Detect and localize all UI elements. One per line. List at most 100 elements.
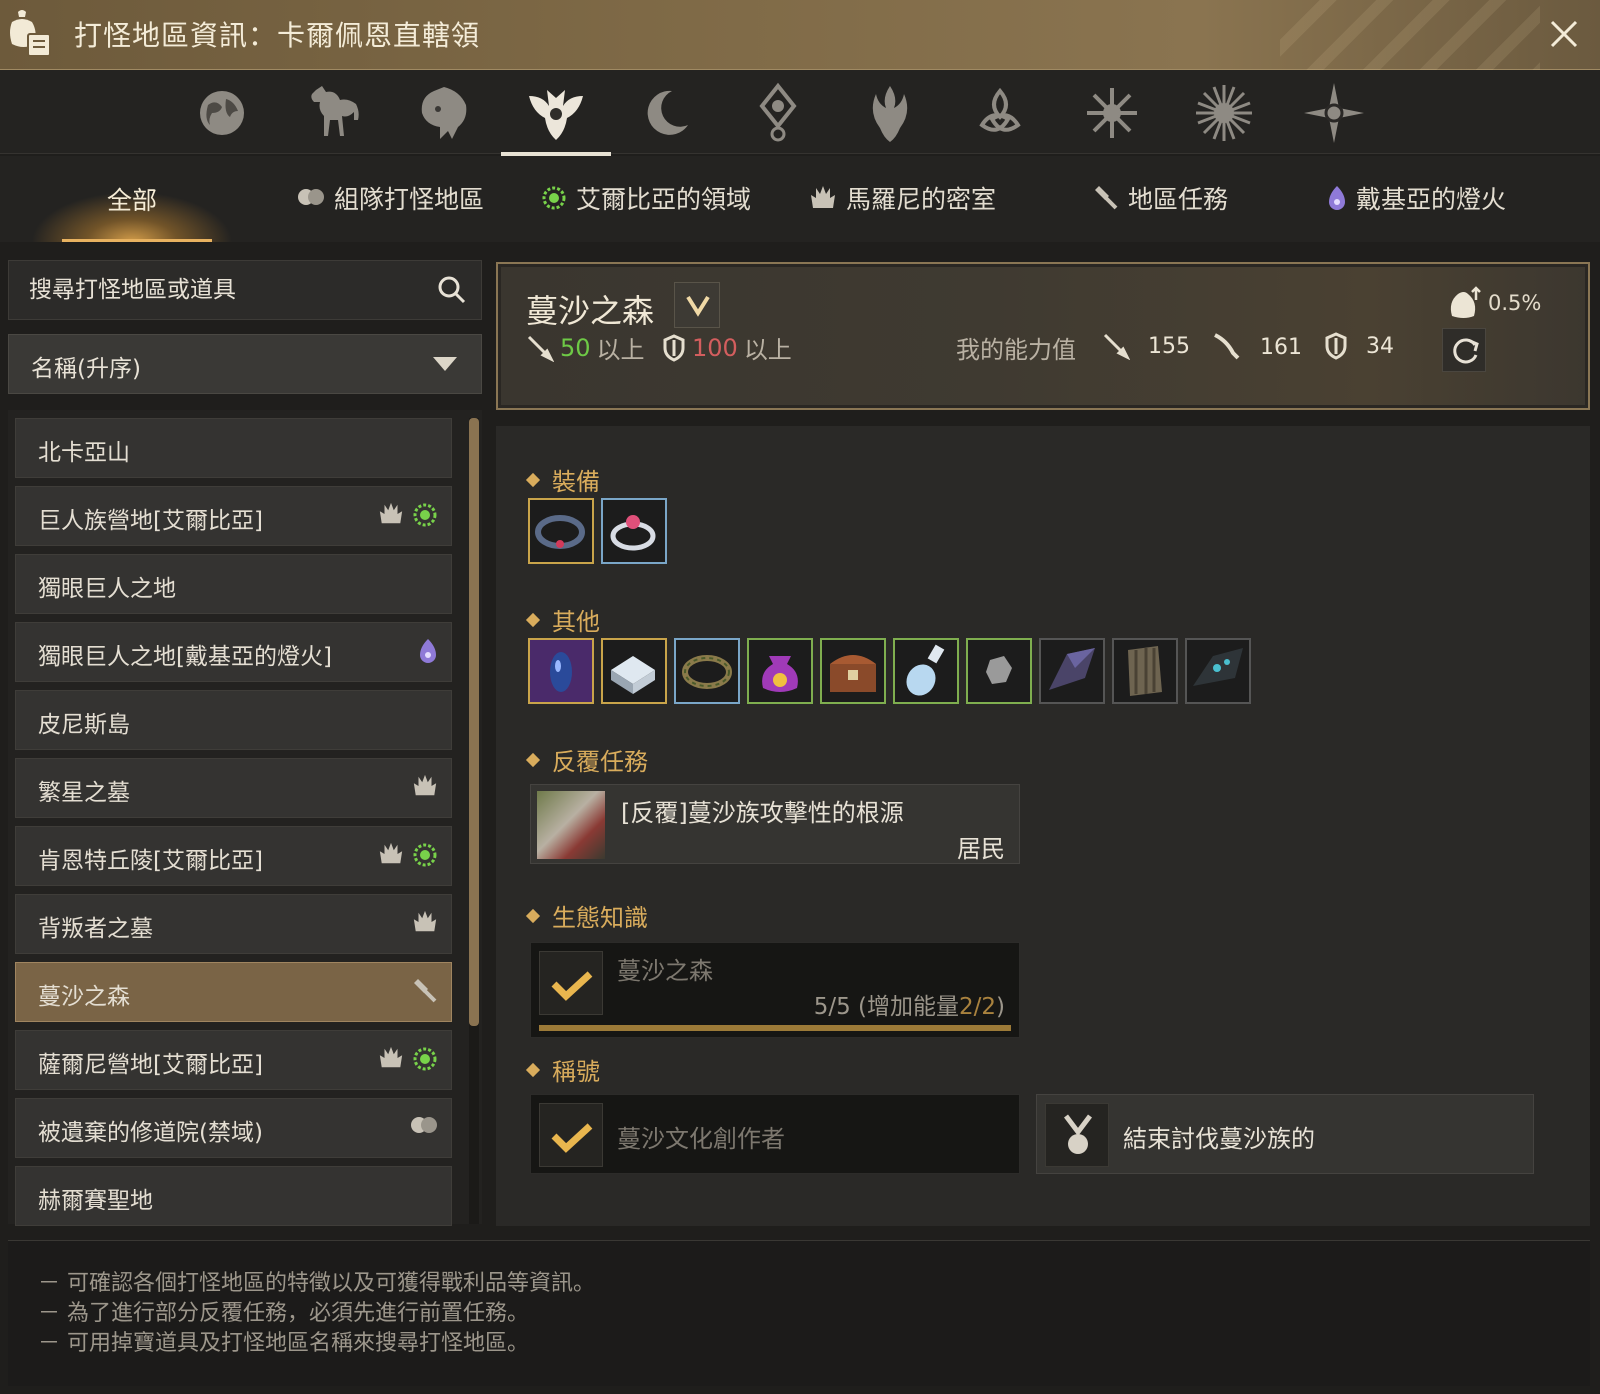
tab-flame-crest[interactable] (850, 78, 930, 148)
elvia-icon (413, 503, 437, 527)
zone-list-item[interactable]: 薩爾尼營地[艾爾比亞] (15, 1030, 452, 1090)
title-name-unobtained: 結束討伐蔓沙族的 (1123, 1125, 1315, 1153)
zone-list-item[interactable]: 被遺棄的修道院(禁域) (15, 1098, 452, 1158)
knowledge-entry[interactable]: 蔓沙之森 5/5 (增加能量2/2) (530, 942, 1020, 1038)
section-other-title: 其他 (552, 608, 600, 636)
flame-crest-icon (872, 86, 908, 142)
zone-list-item[interactable]: 巨人族營地[艾爾比亞] (15, 486, 452, 546)
zone-list-item-label: 北卡亞山 (38, 440, 130, 466)
white-crystal-box-item-slot[interactable] (601, 638, 667, 704)
bark-scrap-item-slot[interactable] (1112, 638, 1178, 704)
lion-icon (421, 87, 467, 139)
quest-giver: 居民 (957, 835, 1005, 863)
teal-ore-icon (1193, 648, 1243, 686)
tab-lion[interactable] (404, 78, 484, 148)
search-icon[interactable] (437, 275, 467, 305)
knowledge-count: 5/5 (813, 994, 851, 1020)
diamond-bullet-icon (525, 908, 541, 923)
zone-list-item-label: 獨眼巨人之地[戴基亞的燈火] (38, 644, 332, 670)
tab-globe[interactable] (182, 78, 262, 148)
title-entry-unobtained[interactable]: 結束討伐蔓沙族的 (1036, 1094, 1534, 1174)
diamond-bullet-icon (525, 612, 541, 627)
zone-list-item[interactable]: 肯恩特丘陵[艾爾比亞] (15, 826, 452, 886)
title-entry-obtained[interactable]: 蔓沙文化創作者 (530, 1094, 1020, 1174)
tab-sun[interactable] (1184, 78, 1264, 148)
tab-elvia[interactable]: 艾爾比亞的領域 (540, 178, 751, 218)
help-footer: － 可確認各個打怪地區的特徵以及可獲得戰利品等資訊。 － 為了進行部分反覆任務，… (8, 1240, 1590, 1386)
knowledge-progress-bar (539, 1025, 1011, 1031)
tab-horse[interactable] (294, 78, 374, 148)
dark-shard-icon (1049, 648, 1095, 690)
knowledge-energy-close: ) (996, 994, 1005, 1020)
tab-triquetra[interactable] (960, 78, 1040, 148)
zone-list-item[interactable]: 赫爾賽聖地 (15, 1166, 452, 1226)
close-button[interactable] (1544, 14, 1584, 54)
tab-region-quest[interactable]: 地區任務 (1092, 178, 1228, 218)
potion-vial-item-slot[interactable] (893, 638, 959, 704)
tab-winged-crest[interactable] (501, 78, 611, 156)
atoraxxion-icon (1329, 186, 1345, 210)
zone-list-item[interactable]: 背叛者之墓 (15, 894, 452, 954)
tab-party-zones[interactable]: 組隊打怪地區 (296, 178, 484, 218)
search-box[interactable] (8, 260, 482, 320)
zone-list-item-label: 赫爾賽聖地 (38, 1188, 153, 1214)
dark-bracelet-icon (535, 515, 585, 549)
ruby-ring-item-slot[interactable] (601, 498, 667, 564)
stone-fragment-item-slot[interactable] (966, 638, 1032, 704)
dark-crystal-item-slot[interactable] (528, 638, 594, 704)
my-stats-label: 我的能力值 (956, 336, 1076, 364)
sort-dropdown[interactable]: 名稱(升序) (8, 334, 482, 394)
treasure-chest-item-slot[interactable] (820, 638, 886, 704)
tab-all[interactable]: 全部 (22, 156, 242, 242)
dark-shard-item-slot[interactable] (1039, 638, 1105, 704)
tab-star-burst[interactable] (1072, 78, 1152, 148)
tab-crescent-moon[interactable] (626, 78, 706, 148)
quest-portrait-icon (537, 791, 605, 859)
sun-icon (1196, 85, 1252, 141)
zone-list-item[interactable]: 獨眼巨人之地 (15, 554, 452, 614)
repeat-quest-entry[interactable]: [反覆]蔓沙族攻擊性的根源 居民 (530, 784, 1020, 864)
eye-emblem-icon (759, 82, 797, 142)
tab-eye-emblem[interactable] (738, 78, 818, 148)
teal-ore-item-slot[interactable] (1185, 638, 1251, 704)
required-ap-suffix: 以上 (596, 336, 645, 364)
region-tabs (0, 70, 1600, 156)
scrollbar-thumb[interactable] (469, 418, 479, 1026)
zone-dropdown-button[interactable] (674, 282, 720, 328)
tab-party-label: 組隊打怪地區 (334, 185, 485, 214)
zone-list-item-label: 皮尼斯島 (38, 712, 130, 738)
purple-pouch-item-slot[interactable] (747, 638, 813, 704)
tab-elvia-label: 艾爾比亞的領域 (576, 185, 752, 214)
search-input[interactable] (29, 271, 419, 309)
zone-list: 北卡亞山巨人族營地[艾爾比亞] 獨眼巨人之地獨眼巨人之地[戴基亞的燈火] 皮尼斯島繁… (8, 410, 482, 1226)
tab-compass-star[interactable] (1294, 78, 1374, 148)
help-line-3: － 可用掉寶道具及打怪地區名稱來搜尋打怪地區。 (38, 1331, 529, 1356)
leaf-bracelet-item-slot[interactable] (674, 638, 740, 704)
marni-icon (811, 186, 835, 208)
zone-list-item-label: 背叛者之墓 (38, 916, 153, 942)
dark-bracelet-item-slot[interactable] (528, 498, 594, 564)
section-titles-title: 稱號 (552, 1058, 600, 1086)
zone-list-item[interactable]: 皮尼斯島 (15, 690, 452, 750)
section-repeat-quest: 反覆任務 (525, 742, 648, 777)
zone-list-item[interactable]: 繁星之墓 (15, 758, 452, 818)
refresh-stats-button[interactable] (1442, 328, 1486, 372)
triquetra-icon (979, 87, 1021, 132)
marni-icon (413, 910, 437, 932)
quest-name: [反覆]蔓沙族攻擊性的根源 (621, 799, 904, 827)
required-ap-value: 50 (560, 333, 591, 362)
zone-list-item-label: 肯恩特丘陵[艾爾比亞] (38, 848, 263, 874)
zone-list-item-label: 薩爾尼營地[艾爾比亞] (38, 1052, 263, 1078)
zone-list-scrollbar[interactable] (469, 418, 479, 1224)
zone-list-item[interactable]: 北卡亞山 (15, 418, 452, 478)
shield-icon (663, 333, 685, 362)
category-tabs: 全部 組隊打怪地區 艾爾比亞的領域 馬羅尼的密室 地區任務 戴基亞的燈火 (0, 156, 1600, 242)
tab-marni[interactable]: 馬羅尼的密室 (808, 178, 996, 218)
zone-list-item[interactable]: 獨眼巨人之地[戴基亞的燈火] (15, 622, 452, 682)
zone-list-item[interactable]: 蔓沙之森 (15, 962, 452, 1022)
title-bar: 打怪地區資訊：卡爾佩恩直轄領 (0, 0, 1600, 70)
section-repeat-quest-title: 反覆任務 (552, 748, 648, 776)
zone-list-item-label: 被遺棄的修道院(禁域) (38, 1120, 263, 1146)
tab-atoraxxion[interactable]: 戴基亞的燈火 (1326, 178, 1506, 218)
potion-vial-icon (906, 644, 945, 696)
